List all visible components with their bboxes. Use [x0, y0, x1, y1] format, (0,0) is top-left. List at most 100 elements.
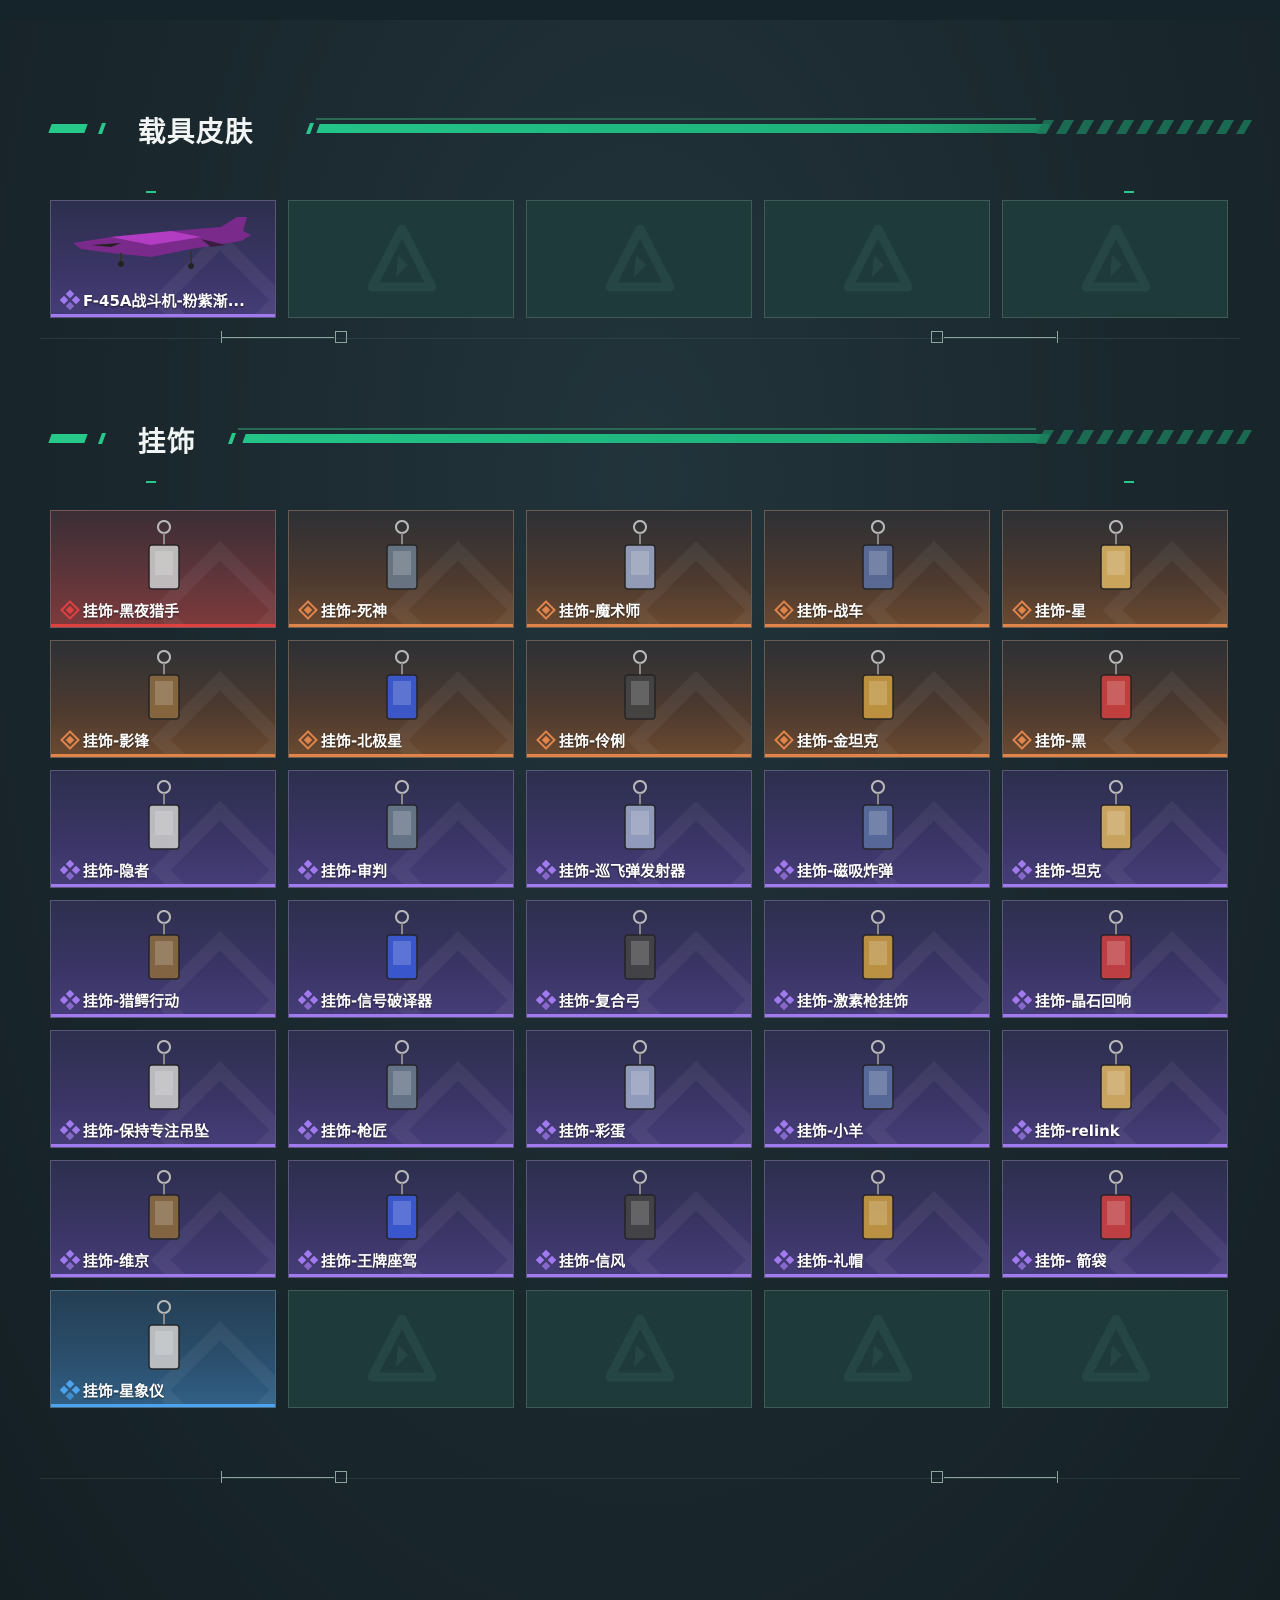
item-label: 挂饰-伶俐	[559, 732, 626, 750]
rarity-diamond-icon	[773, 1249, 795, 1271]
item-card[interactable]: 挂饰-枪匠	[288, 1030, 514, 1148]
charm-image	[289, 511, 513, 603]
charm-image	[765, 1031, 989, 1123]
deco-mark	[1124, 191, 1134, 193]
item-card[interactable]: 挂饰-复合弓	[526, 900, 752, 1018]
rarity-diamond-icon	[297, 1119, 319, 1141]
rarity-stripe	[765, 1274, 989, 1277]
charm-image	[289, 1031, 513, 1123]
rarity-diamond-icon	[773, 1119, 795, 1141]
charm-image	[765, 1161, 989, 1253]
item-card[interactable]: 挂饰-信风	[526, 1160, 752, 1278]
empty-slot	[288, 200, 514, 318]
rarity-stripe	[765, 884, 989, 887]
item-card[interactable]: 挂饰-审判	[288, 770, 514, 888]
item-card[interactable]: 挂饰-魔术师	[526, 510, 752, 628]
charm-image	[1003, 1161, 1227, 1253]
rarity-diamond-icon	[1011, 1249, 1033, 1271]
charm-image	[1003, 511, 1227, 603]
rarity-diamond-icon	[59, 1119, 81, 1141]
rarity-stripe	[289, 1144, 513, 1147]
rarity-diamond-icon	[60, 600, 80, 620]
deco-mark	[146, 481, 156, 483]
header-deco	[48, 434, 88, 443]
rarity-diamond-icon	[59, 289, 81, 311]
item-label: 挂饰-隐者	[83, 862, 150, 880]
charm-image	[51, 641, 275, 733]
game-logo-icon	[605, 1314, 675, 1383]
item-card[interactable]: 挂饰-磁吸炸弹	[764, 770, 990, 888]
item-card[interactable]: 挂饰- 箭袋	[1002, 1160, 1228, 1278]
rarity-stripe	[1003, 884, 1227, 887]
item-card[interactable]: 挂饰-激素枪挂饰	[764, 900, 990, 1018]
rarity-stripe	[51, 1014, 275, 1017]
charm-image	[51, 1291, 275, 1383]
divider	[40, 1478, 1240, 1479]
item-label: 挂饰-复合弓	[559, 992, 641, 1010]
rarity-diamond-icon	[59, 1379, 81, 1401]
item-label: 挂饰-保持专注吊坠	[83, 1122, 210, 1140]
rarity-stripe	[765, 624, 989, 627]
item-card[interactable]: 挂饰-影锋	[50, 640, 276, 758]
rarity-stripe	[765, 1014, 989, 1017]
header-deco	[305, 123, 315, 134]
item-card[interactable]: 挂饰-死神	[288, 510, 514, 628]
top-bar	[0, 0, 1280, 20]
item-card[interactable]: 挂饰-信号破译器	[288, 900, 514, 1018]
rarity-stripe	[51, 754, 275, 757]
rarity-stripe	[527, 1014, 751, 1017]
game-logo-icon	[843, 224, 913, 293]
item-card[interactable]: 挂饰-猎鳄行动	[50, 900, 276, 1018]
item-card[interactable]: 挂饰-relink	[1002, 1030, 1228, 1148]
game-logo-icon	[367, 224, 437, 293]
divider	[944, 1477, 1056, 1478]
item-card[interactable]: 挂饰-小羊	[764, 1030, 990, 1148]
header-checker	[1035, 120, 1253, 134]
deco-tick	[1057, 331, 1058, 343]
item-card[interactable]: 挂饰-晶石回响	[1002, 900, 1228, 1018]
item-label: F-45A战斗机-粉紫渐...	[83, 292, 245, 310]
empty-slot	[1002, 1290, 1228, 1408]
item-label: 挂饰-王牌座驾	[321, 1252, 418, 1270]
item-card[interactable]: 挂饰-北极星	[288, 640, 514, 758]
charm-image	[289, 901, 513, 993]
item-card[interactable]: 挂饰-王牌座驾	[288, 1160, 514, 1278]
rarity-stripe	[1003, 1144, 1227, 1147]
header-deco	[97, 433, 107, 444]
empty-slot	[526, 1290, 752, 1408]
item-card[interactable]: 挂饰-伶俐	[526, 640, 752, 758]
item-card[interactable]: 挂饰-彩蛋	[526, 1030, 752, 1148]
charm-image	[527, 1161, 751, 1253]
item-card[interactable]: 挂饰-坦克	[1002, 770, 1228, 888]
item-label: 挂饰-魔术师	[559, 602, 641, 620]
item-card[interactable]: 挂饰-保持专注吊坠	[50, 1030, 276, 1148]
item-card[interactable]: F-45A战斗机-粉紫渐...	[50, 200, 276, 318]
rarity-stripe	[51, 884, 275, 887]
item-label: 挂饰-relink	[1035, 1122, 1120, 1140]
item-label: 挂饰-星	[1035, 602, 1087, 620]
charm-image	[51, 1031, 275, 1123]
item-card[interactable]: 挂饰-战车	[764, 510, 990, 628]
rarity-diamond-icon	[536, 600, 556, 620]
item-label: 挂饰-战车	[797, 602, 864, 620]
item-card[interactable]: 挂饰-隐者	[50, 770, 276, 888]
item-label: 挂饰-磁吸炸弹	[797, 862, 894, 880]
divider	[222, 337, 334, 338]
item-card[interactable]: 挂饰-维京	[50, 1160, 276, 1278]
item-card[interactable]: 挂饰-星	[1002, 510, 1228, 628]
item-card[interactable]: 挂饰-黑夜猎手	[50, 510, 276, 628]
divider	[40, 338, 1240, 339]
charm-image	[289, 1161, 513, 1253]
charm-image	[1003, 771, 1227, 863]
empty-slot	[764, 200, 990, 318]
rarity-diamond-icon	[297, 1249, 319, 1271]
section-header-vehicle-skins: 载具皮肤	[48, 108, 1253, 148]
item-card[interactable]: 挂饰-礼帽	[764, 1160, 990, 1278]
item-card[interactable]: 挂饰-金坦克	[764, 640, 990, 758]
item-label: 挂饰-彩蛋	[559, 1122, 626, 1140]
charm-image	[765, 901, 989, 993]
item-card[interactable]: 挂饰-星象仪	[50, 1290, 276, 1408]
item-card[interactable]: 挂饰-巡飞弹发射器	[526, 770, 752, 888]
item-card[interactable]: 挂饰-黑	[1002, 640, 1228, 758]
charm-image	[1003, 901, 1227, 993]
